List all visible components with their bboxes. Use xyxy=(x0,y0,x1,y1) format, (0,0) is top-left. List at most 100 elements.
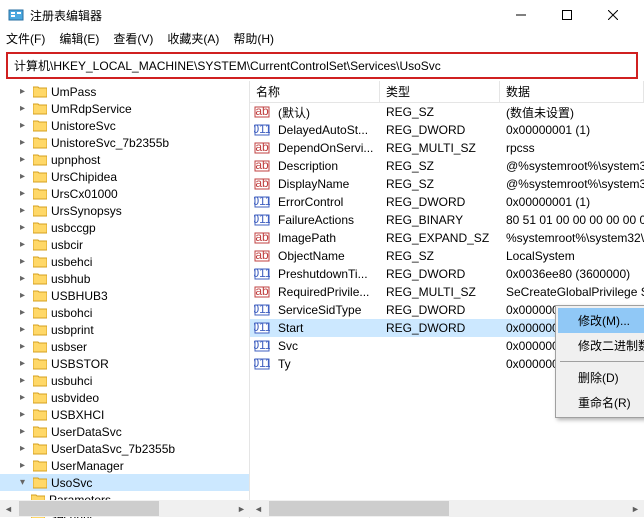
cell-type: REG_SZ xyxy=(380,105,500,119)
scroll-thumb[interactable] xyxy=(269,501,449,516)
window-title: 注册表编辑器 xyxy=(30,7,498,24)
cell-type: REG_MULTI_SZ xyxy=(380,141,500,155)
minimize-button[interactable] xyxy=(498,0,544,30)
tree-label: UrsCx01000 xyxy=(51,187,118,201)
tree-item[interactable]: ▸UserDataSvc xyxy=(0,423,249,440)
scroll-right-button[interactable]: ► xyxy=(233,500,250,517)
col-type[interactable]: 类型 xyxy=(380,81,500,102)
chevron-icon: ▸ xyxy=(20,256,32,267)
tree-item[interactable]: ▸usbhub xyxy=(0,270,249,287)
maximize-button[interactable] xyxy=(544,0,590,30)
ctx-delete[interactable]: 删除(D) xyxy=(558,365,644,390)
tree-item[interactable]: ▸usbcir xyxy=(0,236,249,253)
tree-item[interactable]: ▸UmPass xyxy=(0,83,249,100)
scrollbar-horizontal-right[interactable]: ◄ ► xyxy=(250,500,644,517)
tree-item[interactable]: ▸usbuhci xyxy=(0,372,249,389)
folder-icon xyxy=(32,408,48,422)
list-row[interactable]: 011FailureActionsREG_BINARY80 51 01 00 0… xyxy=(250,211,644,229)
chevron-icon: ▸ xyxy=(20,443,32,454)
folder-icon xyxy=(32,391,48,405)
cell-name: FailureActions xyxy=(272,213,380,227)
tree-item[interactable]: ▸usbccgp xyxy=(0,219,249,236)
tree-item[interactable]: ▸USBHUB3 xyxy=(0,287,249,304)
cell-data: rpcss xyxy=(500,141,644,155)
list-row[interactable]: ab(默认)REG_SZ(数值未设置) xyxy=(250,103,644,121)
tree-label: usbcir xyxy=(51,238,83,252)
list-row[interactable]: 011DelayedAutoSt...REG_DWORD0x00000001 (… xyxy=(250,121,644,139)
scroll-track[interactable] xyxy=(267,500,627,517)
tree-item[interactable]: ▸usbvideo xyxy=(0,389,249,406)
tree-item[interactable]: ▸ usbehci xyxy=(0,253,249,270)
scroll-left-button[interactable]: ◄ xyxy=(250,500,267,517)
tree-item[interactable]: ▸upnphost xyxy=(0,151,249,168)
tree-label: usbehci xyxy=(51,255,92,269)
chevron-icon: ▸ xyxy=(20,290,32,301)
chevron-icon: ▸ xyxy=(20,205,32,216)
svg-text:ab: ab xyxy=(255,158,269,172)
tree-item[interactable]: ▸ usbprint xyxy=(0,321,249,338)
menu-view[interactable]: 查看(V) xyxy=(113,30,153,50)
tree-label: UrsChipidea xyxy=(51,170,117,184)
value-icon: ab xyxy=(254,248,270,264)
tree-item[interactable]: ▸UnistoreSvc_7b2355b xyxy=(0,134,249,151)
tree-label: UserManager xyxy=(51,459,124,473)
tree-label: usbprint xyxy=(51,323,94,337)
window-controls xyxy=(498,0,636,30)
scrollbar-horizontal[interactable]: ◄ ► xyxy=(0,500,250,517)
ctx-modify[interactable]: 修改(M)... xyxy=(558,308,644,333)
list-row[interactable]: abDependOnServi...REG_MULTI_SZrpcss xyxy=(250,139,644,157)
tree-item[interactable]: ▸UserManager xyxy=(0,457,249,474)
menubar: 文件(F) 编辑(E) 查看(V) 收藏夹(A) 帮助(H) xyxy=(0,30,644,50)
col-name[interactable]: 名称 xyxy=(250,81,380,102)
scroll-right-button[interactable]: ► xyxy=(627,500,644,517)
value-icon: ab xyxy=(254,230,270,246)
value-icon: 011 xyxy=(254,356,270,372)
cell-type: REG_DWORD xyxy=(380,267,500,281)
value-icon: 011 xyxy=(254,320,270,336)
address-bar[interactable]: 计算机\HKEY_LOCAL_MACHINE\SYSTEM\CurrentCon… xyxy=(6,52,638,79)
tree-item[interactable]: ▸usbohci xyxy=(0,304,249,321)
list-row[interactable]: abImagePathREG_EXPAND_SZ%systemroot%\sys… xyxy=(250,229,644,247)
scroll-thumb[interactable] xyxy=(19,501,159,516)
svg-text:ab: ab xyxy=(255,284,269,298)
ctx-modify-binary[interactable]: 修改二进制数据(B)... xyxy=(558,333,644,358)
menu-file[interactable]: 文件(F) xyxy=(6,30,45,50)
tree-item[interactable]: ▸USBSTOR xyxy=(0,355,249,372)
list-row[interactable]: abDescriptionREG_SZ@%systemroot%\system3… xyxy=(250,157,644,175)
cell-data: LocalSystem xyxy=(500,249,644,263)
list-row[interactable]: 011ErrorControlREG_DWORD0x00000001 (1) xyxy=(250,193,644,211)
list-row[interactable]: abRequiredPrivile...REG_MULTI_SZSeCreate… xyxy=(250,283,644,301)
tree-item[interactable]: ▾UsoSvc xyxy=(0,474,249,491)
value-icon: ab xyxy=(254,104,270,120)
folder-icon xyxy=(32,204,48,218)
menu-help[interactable]: 帮助(H) xyxy=(233,30,274,50)
folder-icon xyxy=(32,153,48,167)
tree-label: usbvideo xyxy=(51,391,99,405)
folder-icon xyxy=(32,374,48,388)
chevron-icon: ▸ xyxy=(20,324,32,335)
tree-item[interactable]: ▸UmRdpService xyxy=(0,100,249,117)
list-row[interactable]: abObjectNameREG_SZLocalSystem xyxy=(250,247,644,265)
tree-item[interactable]: ▸UrsChipidea xyxy=(0,168,249,185)
tree-item[interactable]: ▸UrsCx01000 xyxy=(0,185,249,202)
tree-label: upnphost xyxy=(51,153,100,167)
svg-text:011: 011 xyxy=(254,212,270,226)
ctx-rename[interactable]: 重命名(R) xyxy=(558,390,644,415)
scroll-left-button[interactable]: ◄ xyxy=(0,500,17,517)
folder-icon xyxy=(32,238,48,252)
col-data[interactable]: 数据 xyxy=(500,81,644,102)
close-button[interactable] xyxy=(590,0,636,30)
menu-favorites[interactable]: 收藏夹(A) xyxy=(167,30,219,50)
tree-label: UmPass xyxy=(51,85,96,99)
tree-item[interactable]: ▸UnistoreSvc xyxy=(0,117,249,134)
menu-edit[interactable]: 编辑(E) xyxy=(59,30,99,50)
list-row[interactable]: abDisplayNameREG_SZ@%systemroot%\system3… xyxy=(250,175,644,193)
tree-item[interactable]: ▸usbser xyxy=(0,338,249,355)
tree-item[interactable]: ▸USBXHCI xyxy=(0,406,249,423)
scroll-track[interactable] xyxy=(17,500,233,517)
cell-name: (默认) xyxy=(272,104,380,121)
value-icon: 011 xyxy=(254,122,270,138)
list-row[interactable]: 011PreshutdownTi...REG_DWORD0x0036ee80 (… xyxy=(250,265,644,283)
tree-item[interactable]: ▸UrsSynopsys xyxy=(0,202,249,219)
tree-item[interactable]: ▸UserDataSvc_7b2355b xyxy=(0,440,249,457)
